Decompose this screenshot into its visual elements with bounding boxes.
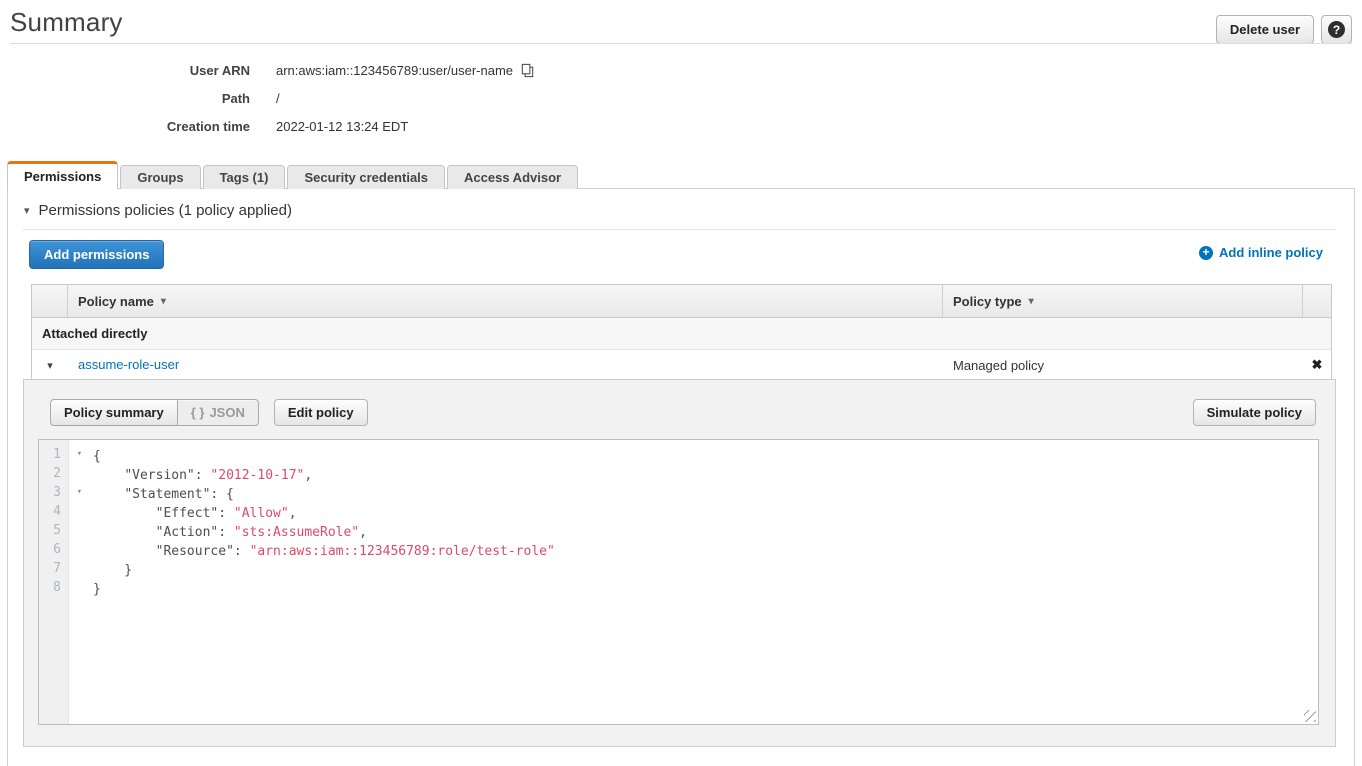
detail-label: Path — [0, 91, 250, 106]
simulate-policy-button[interactable]: Simulate policy — [1193, 399, 1316, 426]
page-title: Summary — [10, 7, 123, 38]
detail-row-creation-time: Creation time 2022-01-12 13:24 EDT — [0, 112, 535, 140]
actions-column-header — [1303, 285, 1331, 317]
chevron-down-icon: ▾ — [47, 360, 53, 372]
policy-detail-panel: Policy summary { } JSON Edit policy Simu… — [23, 379, 1336, 747]
code-line[interactable]: "Effect": "Allow", — [93, 504, 1318, 523]
tab-security-credentials[interactable]: Security credentials — [287, 165, 445, 189]
help-button[interactable]: ? — [1321, 15, 1352, 44]
path-value: / — [276, 91, 280, 106]
attached-policies-table: Policy name ▾ Policy type ▾ Attached dir… — [31, 284, 1332, 380]
policy-name-link[interactable]: assume-role-user — [78, 357, 179, 372]
policy-type-column-header[interactable]: Policy type ▾ — [943, 285, 1303, 317]
code-line[interactable]: "Action": "sts:AssumeRole", — [93, 523, 1318, 542]
gutter-line-number[interactable]: 5 — [39, 523, 68, 542]
braces-icon: { } — [191, 405, 205, 420]
user-details: User ARN arn:aws:iam::123456789:user/use… — [0, 56, 535, 140]
detail-label: User ARN — [0, 63, 250, 78]
table-row: ▾ assume-role-user Managed policy ✖ — [32, 350, 1331, 380]
gutter-line-number[interactable]: 7 — [39, 561, 68, 580]
sort-caret-icon: ▾ — [161, 296, 166, 307]
gutter-line-number[interactable]: 1▾ — [39, 447, 68, 466]
tab-groups[interactable]: Groups — [120, 165, 200, 189]
copy-icon[interactable] — [520, 63, 535, 78]
policy-type-header-label: Policy type — [953, 294, 1022, 309]
policy-summary-button[interactable]: Policy summary — [50, 399, 178, 426]
detail-row-path: Path / — [0, 84, 535, 112]
group-row-attached-directly: Attached directly — [32, 318, 1331, 350]
help-icon: ? — [1328, 21, 1345, 38]
editor-resize-handle[interactable] — [1304, 710, 1316, 722]
code-line[interactable]: } — [93, 561, 1318, 580]
tab-permissions[interactable]: Permissions — [7, 161, 118, 189]
code-line[interactable]: } — [93, 580, 1318, 599]
json-button-label: JSON — [209, 405, 244, 420]
json-editor[interactable]: 1▾23▾45678 { "Version": "2012-10-17", "S… — [38, 439, 1319, 725]
gutter-line-number[interactable]: 3▾ — [39, 485, 68, 504]
gutter-line-number[interactable]: 2 — [39, 466, 68, 485]
section-title: Permissions policies (1 policy applied) — [39, 202, 292, 219]
detach-policy-icon[interactable]: ✖ — [1312, 357, 1323, 372]
chevron-down-icon: ▾ — [24, 204, 30, 217]
policy-type-cell: Managed policy — [943, 358, 1303, 373]
row-expander[interactable]: ▾ — [32, 359, 68, 372]
code-line[interactable]: "Version": "2012-10-17", — [93, 466, 1318, 485]
tab-access-advisor[interactable]: Access Advisor — [447, 165, 578, 189]
permissions-tab-panel: ▾ Permissions policies (1 policy applied… — [7, 188, 1355, 766]
tab-bar: Permissions Groups Tags (1) Security cre… — [7, 161, 578, 188]
expander-column-header — [32, 285, 68, 317]
delete-user-button[interactable]: Delete user — [1216, 15, 1314, 44]
gutter-line-number[interactable]: 6 — [39, 542, 68, 561]
policy-name-column-header[interactable]: Policy name ▾ — [68, 285, 943, 317]
editor-gutter: 1▾23▾45678 — [39, 440, 69, 724]
plus-icon: + — [1199, 246, 1213, 260]
group-row-label: Attached directly — [42, 326, 147, 341]
table-header: Policy name ▾ Policy type ▾ — [32, 285, 1331, 318]
header-actions: Delete user ? — [1216, 15, 1352, 44]
section-divider — [23, 229, 1336, 230]
gutter-line-number[interactable]: 8 — [39, 580, 68, 599]
add-inline-policy-link[interactable]: + Add inline policy — [1199, 245, 1323, 260]
add-permissions-button[interactable]: Add permissions — [29, 240, 164, 269]
add-inline-policy-label: Add inline policy — [1219, 245, 1323, 260]
code-line[interactable]: "Resource": "arn:aws:iam::123456789:role… — [93, 542, 1318, 561]
creation-time-value: 2022-01-12 13:24 EDT — [276, 119, 408, 134]
detail-label: Creation time — [0, 119, 250, 134]
code-line[interactable]: "Statement": { — [93, 485, 1318, 504]
tab-tags[interactable]: Tags (1) — [203, 165, 286, 189]
editor-code[interactable]: { "Version": "2012-10-17", "Statement": … — [69, 440, 1318, 724]
detail-row-user-arn: User ARN arn:aws:iam::123456789:user/use… — [0, 56, 535, 84]
view-toggle-group: Policy summary { } JSON — [50, 399, 259, 426]
user-arn-value: arn:aws:iam::123456789:user/user-name — [276, 63, 513, 78]
gutter-line-number[interactable]: 4 — [39, 504, 68, 523]
edit-policy-button[interactable]: Edit policy — [274, 399, 368, 426]
permissions-policies-section-toggle[interactable]: ▾ Permissions policies (1 policy applied… — [24, 202, 292, 219]
json-view-button[interactable]: { } JSON — [178, 399, 259, 426]
policy-name-header-label: Policy name — [78, 294, 154, 309]
policy-view-buttons: Policy summary { } JSON Edit policy — [50, 399, 368, 426]
code-line[interactable]: { — [93, 447, 1318, 466]
sort-caret-icon: ▾ — [1029, 296, 1034, 307]
header-divider — [10, 43, 1352, 44]
